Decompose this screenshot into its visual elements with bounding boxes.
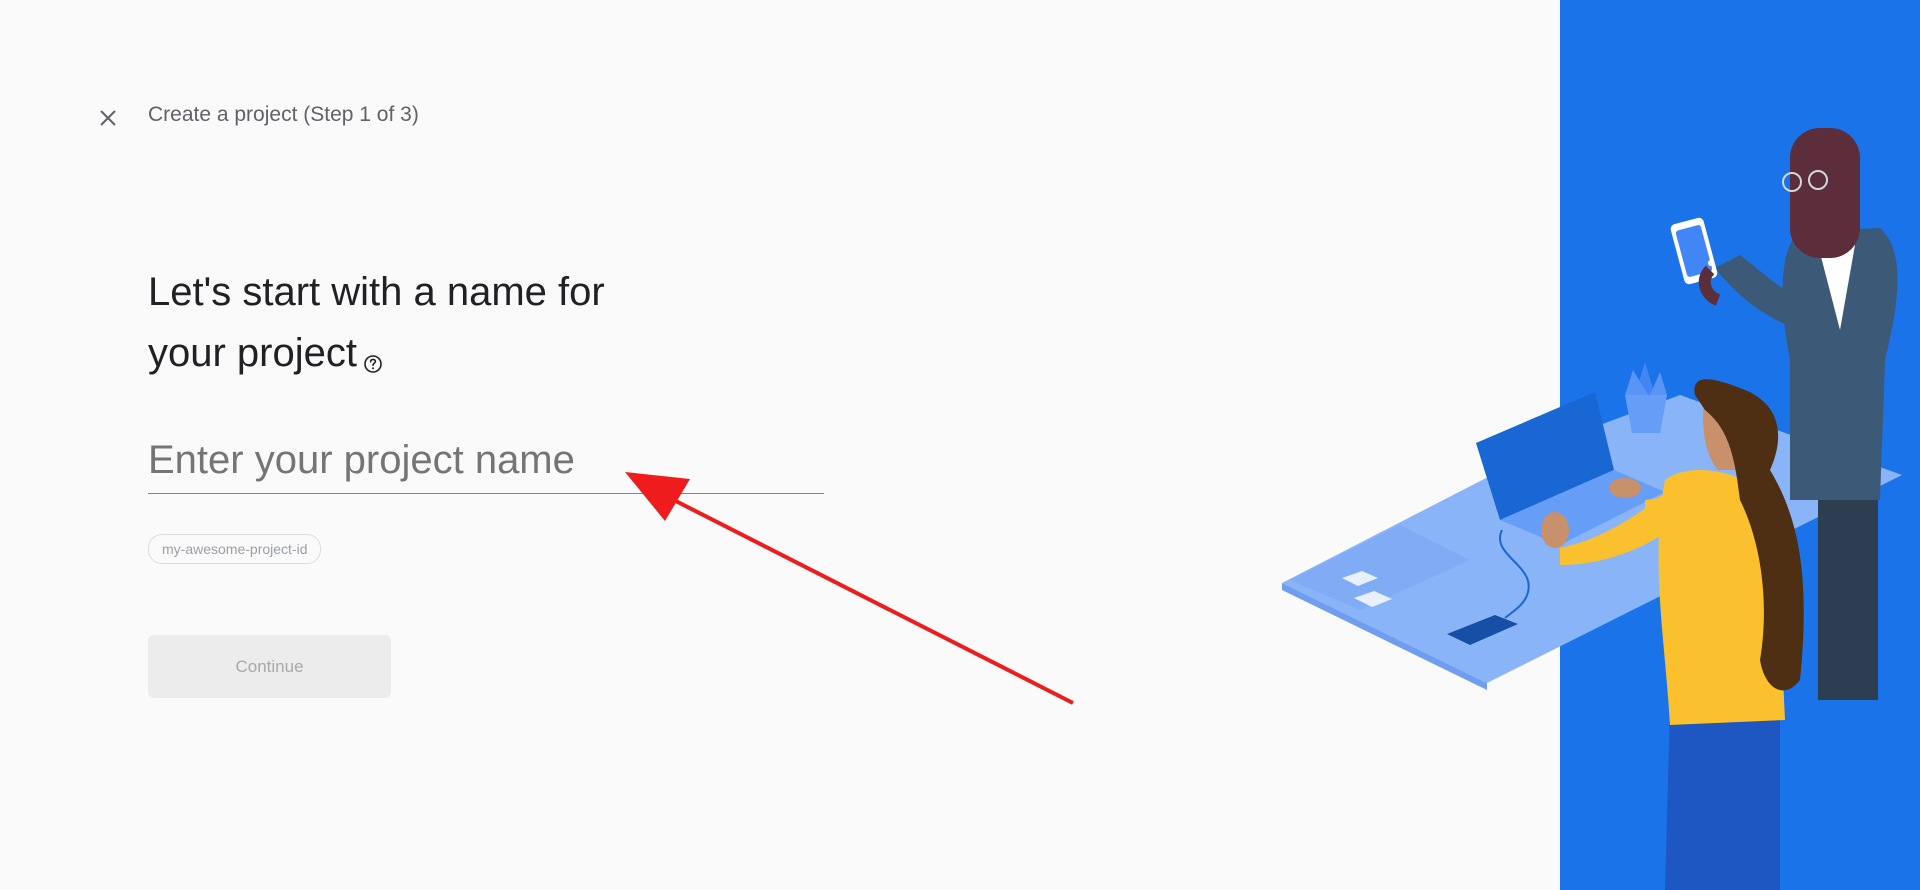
- project-name-input[interactable]: [148, 428, 824, 494]
- help-button[interactable]: [363, 331, 383, 392]
- heading-line-2: your project: [148, 331, 357, 375]
- project-id-chip[interactable]: my-awesome-project-id: [148, 534, 322, 564]
- create-project-page: Create a project (Step 1 of 3) Let's sta…: [0, 0, 1920, 890]
- team-illustration: [1282, 0, 1920, 890]
- close-button[interactable]: [90, 100, 126, 136]
- help-circle-icon: [364, 355, 382, 373]
- heading-line-1: Let's start with a name for: [148, 270, 605, 314]
- close-icon: [100, 110, 116, 126]
- page-heading: Let's start with a name for your project: [148, 262, 768, 392]
- step-title: Create a project (Step 1 of 3): [148, 103, 419, 126]
- continue-button[interactable]: Continue: [148, 635, 391, 698]
